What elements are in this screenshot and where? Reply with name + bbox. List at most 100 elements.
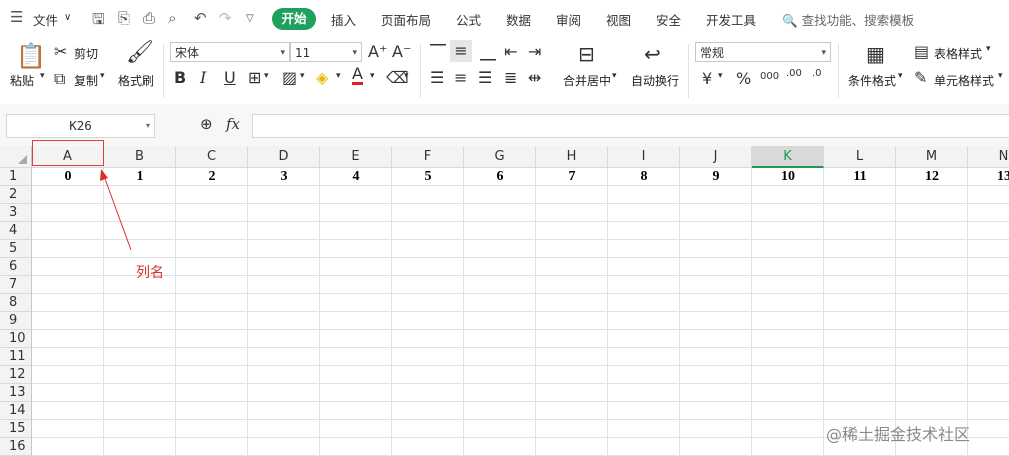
row-header-9[interactable]: 9 [0, 312, 32, 330]
conditional-format-icon[interactable]: ▦ [866, 42, 885, 66]
formula-input[interactable] [252, 114, 1009, 138]
increase-indent-icon[interactable]: ⇥ [528, 42, 541, 61]
column-header-n[interactable]: N [968, 146, 1009, 168]
table-style-dropdown-icon[interactable]: ▾ [986, 44, 991, 54]
tab-start[interactable]: 开始 [272, 8, 316, 30]
cell-g1[interactable]: 6 [464, 168, 536, 186]
row-header-14[interactable]: 14 [0, 402, 32, 420]
more-icon[interactable]: ▽ [246, 13, 254, 24]
cell-m1[interactable]: 12 [896, 168, 968, 186]
justify-icon[interactable]: ≣ [504, 68, 517, 87]
wrap-text-button[interactable]: 自动换行 [631, 72, 679, 89]
column-header-k[interactable]: K [752, 146, 824, 168]
format-painter-icon[interactable]: 🖌 [126, 40, 154, 65]
cell-c1[interactable]: 2 [176, 168, 248, 186]
merge-dropdown-icon[interactable]: ▾ [612, 71, 617, 81]
row-header-5[interactable]: 5 [0, 240, 32, 258]
column-header-l[interactable]: L [824, 146, 896, 168]
cell-k1[interactable]: 10 [752, 168, 824, 186]
align-bottom-icon[interactable]: ⎽ [480, 42, 496, 62]
row-header-12[interactable]: 12 [0, 366, 32, 384]
column-header-c[interactable]: C [176, 146, 248, 168]
align-center-icon[interactable]: ≡ [454, 68, 467, 87]
row-header-3[interactable]: 3 [0, 204, 32, 222]
font-color-dropdown-icon[interactable]: ▾ [370, 71, 375, 81]
tab-insert[interactable]: 插入 [331, 10, 356, 29]
column-header-e[interactable]: E [320, 146, 392, 168]
chevron-down-icon[interactable]: ∨ [64, 12, 71, 23]
row-header-4[interactable]: 4 [0, 222, 32, 240]
conditional-dropdown-icon[interactable]: ▾ [898, 71, 903, 81]
column-header-f[interactable]: F [392, 146, 464, 168]
currency-dropdown-icon[interactable]: ▾ [718, 71, 723, 81]
align-top-icon[interactable]: ⎺ [430, 42, 446, 62]
border-dropdown-icon[interactable]: ▾ [264, 71, 269, 81]
scissors-icon[interactable]: ✂ [54, 42, 67, 61]
row-header-10[interactable]: 10 [0, 330, 32, 348]
eraser-dropdown-icon[interactable]: ▾ [404, 71, 409, 81]
copy-icon[interactable]: ⧉ [54, 69, 65, 89]
print-icon[interactable]: ⎙ [143, 9, 155, 27]
tab-review[interactable]: 审阅 [556, 10, 581, 29]
border-icon[interactable]: ⊞ [248, 68, 261, 87]
name-box[interactable]: K26 ▾ [6, 114, 155, 138]
fill-pattern-dropdown-icon[interactable]: ▾ [300, 71, 305, 81]
hamburger-icon[interactable]: ☰ [10, 8, 23, 26]
decrease-indent-icon[interactable]: ⇤ [504, 42, 517, 61]
align-middle-icon[interactable]: ≡ [450, 40, 472, 62]
merge-center-button[interactable]: 合并居中 [563, 72, 611, 89]
cell-n1[interactable]: 13 [968, 168, 1009, 186]
redo-icon[interactable]: ↷ [219, 9, 232, 27]
cell-style-icon[interactable]: ✎ [914, 68, 927, 87]
column-header-g[interactable]: G [464, 146, 536, 168]
copy-button[interactable]: 复制 [74, 72, 98, 89]
export-icon[interactable]: ⎘ [118, 9, 130, 27]
merge-center-icon[interactable]: ⊟ [578, 42, 595, 66]
cell-e1[interactable]: 4 [320, 168, 392, 186]
search-box[interactable]: 🔍 查找功能、搜索模板 [782, 10, 914, 29]
table-style-icon[interactable]: ▤ [914, 42, 929, 61]
number-format-select[interactable]: 常规 ▾ [695, 42, 831, 62]
row-header-15[interactable]: 15 [0, 420, 32, 438]
thousands-button[interactable]: 000 [760, 71, 779, 82]
currency-button[interactable]: ¥ [702, 69, 712, 88]
column-header-h[interactable]: H [536, 146, 608, 168]
row-header-13[interactable]: 13 [0, 384, 32, 402]
paste-dropdown-icon[interactable]: ▾ [40, 71, 45, 81]
cut-button[interactable]: 剪切 [74, 45, 98, 62]
cell-h1[interactable]: 7 [536, 168, 608, 186]
cell-b1[interactable]: 1 [104, 168, 176, 186]
table-style-button[interactable]: 表格样式 [934, 45, 982, 62]
row-header-7[interactable]: 7 [0, 276, 32, 294]
save-icon[interactable]: 🖫 [92, 9, 105, 34]
bold-button[interactable]: B [174, 68, 186, 87]
percent-button[interactable]: % [736, 69, 751, 88]
format-painter-button[interactable]: 格式刷 [118, 72, 154, 89]
cell-a1[interactable]: 0 [32, 168, 104, 186]
column-header-j[interactable]: J [680, 146, 752, 168]
increase-font-icon[interactable]: A⁺ [368, 42, 387, 61]
tab-formula[interactable]: 公式 [456, 10, 481, 29]
align-right-icon[interactable]: ☰ [478, 68, 492, 87]
paste-button[interactable]: 粘贴 [10, 72, 34, 89]
cell-style-button[interactable]: 单元格样式 [934, 72, 994, 89]
column-header-d[interactable]: D [248, 146, 320, 168]
align-left-icon[interactable]: ☰ [430, 68, 444, 87]
font-name-select[interactable]: 宋体 ▾ [170, 42, 290, 62]
select-all-corner[interactable] [0, 146, 32, 168]
column-header-b[interactable]: B [104, 146, 176, 168]
tab-view[interactable]: 视图 [606, 10, 631, 29]
undo-icon[interactable]: ↶ [194, 9, 207, 27]
fill-color-dropdown-icon[interactable]: ▾ [336, 71, 341, 81]
paste-icon[interactable]: 📋 [16, 42, 46, 70]
increase-decimal-button[interactable]: .00 [786, 68, 802, 79]
file-menu[interactable]: 文件 [33, 10, 58, 29]
row-header-11[interactable]: 11 [0, 348, 32, 366]
print-preview-icon[interactable]: ⌕ [168, 9, 176, 27]
fill-pattern-icon[interactable]: ▨ [282, 68, 297, 87]
tab-developer[interactable]: 开发工具 [706, 10, 756, 29]
cell-d1[interactable]: 3 [248, 168, 320, 186]
wrap-text-icon[interactable]: ↩ [644, 42, 661, 66]
cell-f1[interactable]: 5 [392, 168, 464, 186]
conditional-format-button[interactable]: 条件格式 [848, 72, 896, 89]
